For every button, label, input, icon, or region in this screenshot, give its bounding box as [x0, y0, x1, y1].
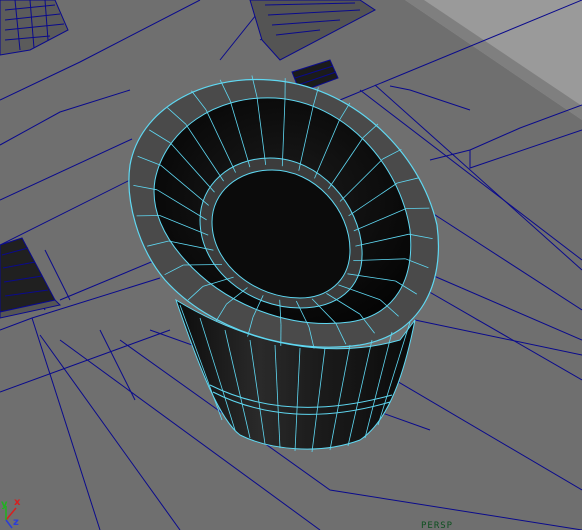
axis-x-label: x [14, 497, 21, 508]
perspective-viewport[interactable]: x y z PERSP [0, 0, 582, 530]
camera-name-label: PERSP [421, 521, 454, 530]
wall-edge [183, 264, 223, 266]
axis-z-label: z [13, 517, 19, 528]
stairs-object-top [249, 0, 376, 93]
stairs-object-top-left [0, 0, 69, 56]
axis-y-label: y [1, 499, 8, 510]
axis-gizmo: x y z [0, 490, 40, 530]
stairs-object-left [0, 237, 62, 319]
axis-gizmo-lines [5, 506, 17, 529]
scene-canvas [0, 0, 582, 530]
bucket-mesh [128, 75, 440, 453]
